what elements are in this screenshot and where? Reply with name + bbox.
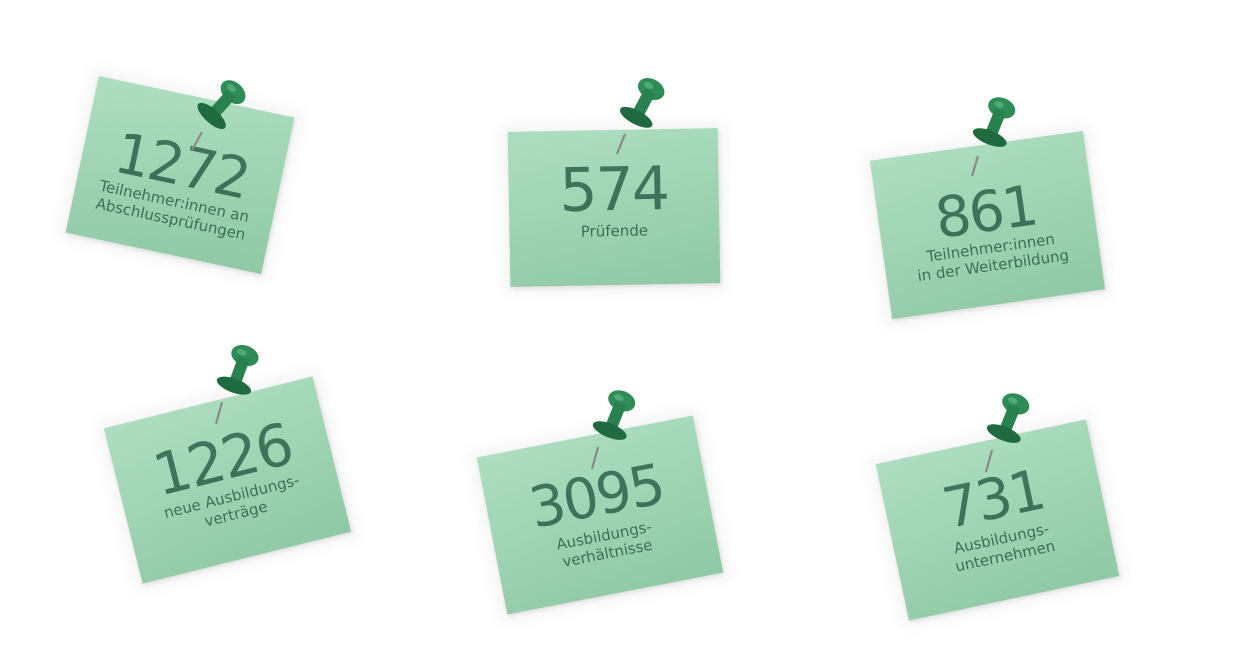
note-label: Prüfende [580, 221, 649, 241]
pushpin-icon [615, 78, 665, 155]
pushpin-icon [214, 345, 259, 425]
note-number: 574 [558, 154, 669, 226]
pushpin-icon [191, 80, 246, 151]
pushpin-icon [984, 393, 1030, 473]
pushpin-icon [970, 97, 1016, 177]
sticky-notes-board: 1272 Teilnehmer:innen an Abschlussprüfun… [0, 0, 1242, 659]
pushpin-icon [590, 390, 636, 470]
